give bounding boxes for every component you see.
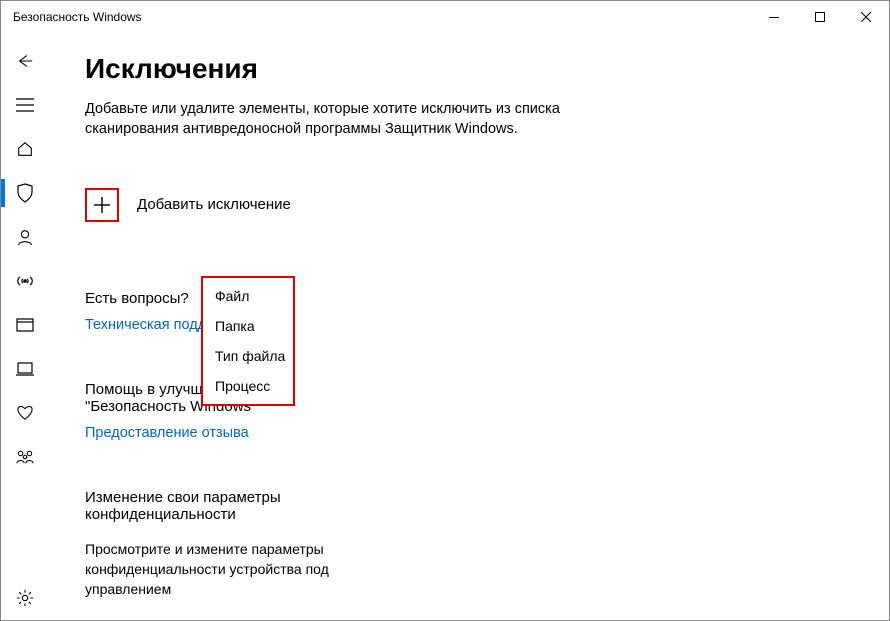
menu-item-filetype[interactable]: Тип файла: [215, 348, 281, 364]
menu-item-process[interactable]: Процесс: [215, 378, 281, 394]
titlebar: Безопасность Windows: [1, 1, 889, 33]
family-icon[interactable]: [1, 435, 49, 479]
page-description: Добавьте или удалите элементы, которые х…: [85, 99, 605, 140]
minimize-button[interactable]: [751, 1, 797, 33]
main-content: Исключения Добавьте или удалите элементы…: [49, 33, 889, 620]
feedback-link[interactable]: Предоставление отзыва: [85, 425, 345, 441]
window-controls: [751, 1, 889, 33]
window-title: Безопасность Windows: [13, 10, 142, 24]
account-icon[interactable]: [1, 215, 49, 259]
add-exclusion-row: Добавить исключение: [85, 188, 849, 222]
hamburger-menu-icon[interactable]: [1, 83, 49, 127]
back-button[interactable]: [1, 39, 49, 83]
menu-item-folder[interactable]: Папка: [215, 318, 281, 334]
home-icon[interactable]: [1, 127, 49, 171]
privacy-heading: Изменение свои параметры конфиденциально…: [85, 489, 345, 523]
health-icon[interactable]: [1, 391, 49, 435]
network-icon[interactable]: [1, 259, 49, 303]
close-button[interactable]: [843, 1, 889, 33]
add-exclusion-button[interactable]: [85, 188, 119, 222]
plus-icon: [93, 196, 111, 214]
sidebar: [1, 33, 49, 620]
privacy-section: Изменение свои параметры конфиденциально…: [85, 489, 345, 600]
shield-icon[interactable]: [1, 171, 49, 215]
exclusion-type-menu: Файл Папка Тип файла Процесс: [201, 276, 295, 406]
privacy-text: Просмотрите и измените параметры конфиде…: [85, 539, 345, 600]
maximize-button[interactable]: [797, 1, 843, 33]
device-icon[interactable]: [1, 347, 49, 391]
add-exclusion-label: Добавить исключение: [137, 196, 291, 213]
page-title: Исключения: [85, 53, 849, 85]
menu-item-file[interactable]: Файл: [215, 288, 281, 304]
settings-icon[interactable]: [1, 576, 49, 620]
app-control-icon[interactable]: [1, 303, 49, 347]
